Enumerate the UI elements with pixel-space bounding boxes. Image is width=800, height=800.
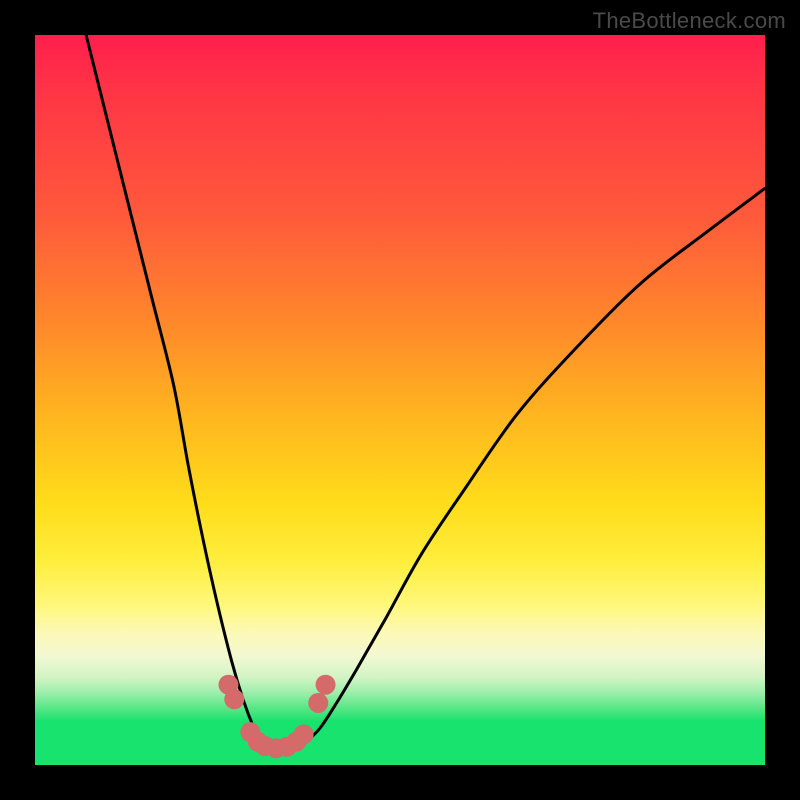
marker-dot <box>316 675 336 695</box>
watermark-text: TheBottleneck.com <box>593 8 786 34</box>
marker-dot <box>224 689 244 709</box>
left-curve <box>86 35 261 743</box>
plot-area <box>35 35 765 765</box>
chart-frame: TheBottleneck.com <box>0 0 800 800</box>
highlight-markers <box>218 675 335 759</box>
right-curve <box>305 188 765 743</box>
marker-dot <box>294 724 314 744</box>
marker-dot <box>308 693 328 713</box>
chart-svg <box>35 35 765 765</box>
